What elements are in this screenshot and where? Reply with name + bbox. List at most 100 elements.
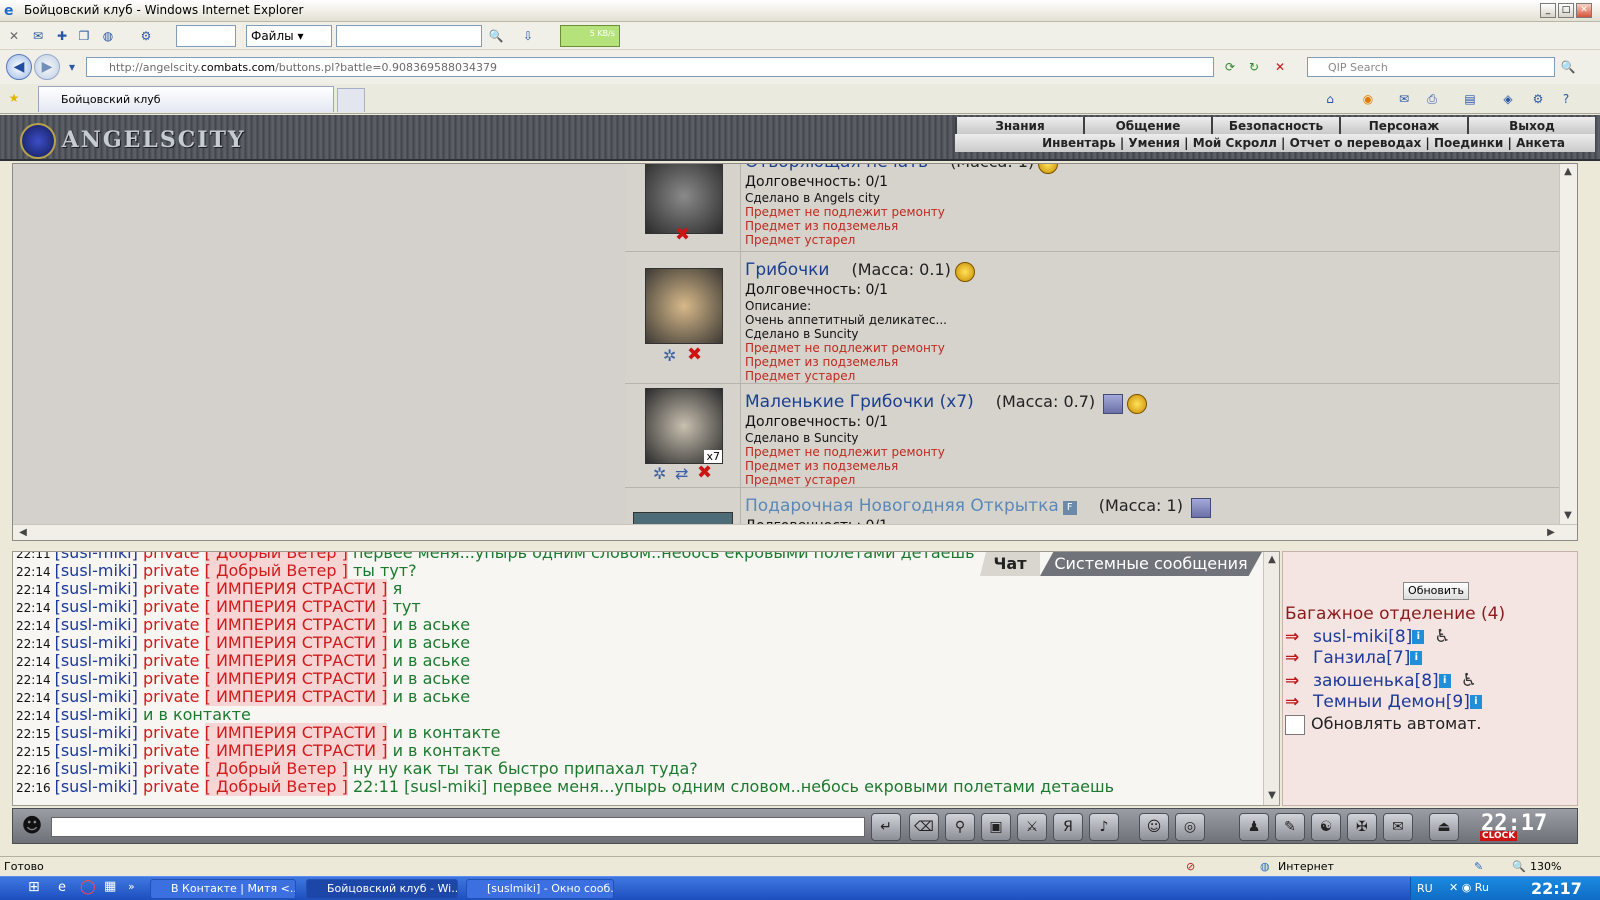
- globe-icon[interactable]: ◍: [100, 28, 116, 44]
- info-icon[interactable]: i: [1412, 630, 1425, 644]
- user-row[interactable]: ⇒ заюшенька[8] i ♿: [1285, 670, 1477, 691]
- private-arrow-icon[interactable]: ⇒: [1285, 627, 1313, 647]
- chat-target[interactable]: [ ИМПЕРИЯ СТРАСТИ ]: [204, 597, 388, 616]
- menu-character[interactable]: Персонаж: [1339, 117, 1467, 135]
- character-icon[interactable]: ♟: [1239, 813, 1269, 841]
- protected-mode-icon[interactable]: ✎: [1474, 860, 1483, 873]
- chat-private[interactable]: private: [143, 561, 200, 580]
- minimize-button[interactable]: _: [1540, 3, 1556, 18]
- files-dropdown[interactable]: Файлы ▾: [246, 25, 332, 47]
- item-name[interactable]: Отворяющая печать: [745, 164, 928, 172]
- use-icon[interactable]: ✲: [663, 346, 676, 365]
- exit-icon[interactable]: ⏏: [1429, 813, 1459, 841]
- chat-nick[interactable]: [susl-miki]: [55, 615, 138, 634]
- menu-exit[interactable]: Выход: [1467, 117, 1595, 135]
- delete-icon[interactable]: ✖: [687, 344, 702, 365]
- user-row[interactable]: ⇒ Темныи Демон[9] i: [1285, 692, 1482, 712]
- chat-nick[interactable]: [susl-miki]: [55, 705, 138, 724]
- windows-start-icon[interactable]: ⊞: [28, 879, 40, 895]
- save-icon[interactable]: ▣: [981, 813, 1011, 841]
- tools-icon[interactable]: ⚙: [138, 28, 154, 44]
- fight-icon[interactable]: ⚔: [1017, 813, 1047, 841]
- safety-icon[interactable]: ◈: [1500, 91, 1516, 107]
- chat-nick[interactable]: [susl-miki]: [55, 597, 138, 616]
- chat-nick[interactable]: [susl-miki]: [55, 723, 138, 742]
- mail-icon[interactable]: ✉: [30, 28, 46, 44]
- chat-private[interactable]: private: [143, 633, 200, 652]
- menu-knowledge[interactable]: Знания: [955, 117, 1083, 135]
- cursor-tool[interactable]: [176, 25, 236, 47]
- translit-icon[interactable]: Я: [1053, 813, 1083, 841]
- chat-private[interactable]: private: [143, 597, 200, 616]
- windows-icon[interactable]: ❐: [76, 28, 92, 44]
- smiley-icon[interactable]: ☺: [1139, 813, 1169, 841]
- ie-quicklaunch-icon[interactable]: e: [58, 880, 66, 895]
- chat-private[interactable]: private: [143, 579, 200, 598]
- print-icon[interactable]: ⎙: [1424, 91, 1440, 107]
- history-dropdown-icon[interactable]: ▾: [64, 59, 80, 75]
- chat-nick[interactable]: [susl-miki]: [55, 651, 138, 670]
- address-input[interactable]: http://angelscity.combats.com/buttons.pl…: [86, 57, 1214, 77]
- info-icon[interactable]: i: [1410, 651, 1423, 665]
- send-icon[interactable]: ↵: [871, 813, 901, 841]
- add-icon[interactable]: ✚: [54, 28, 70, 44]
- chat-private[interactable]: private: [143, 687, 200, 706]
- chat-nick[interactable]: [susl-miki]: [55, 561, 138, 580]
- chat-private[interactable]: private: [143, 723, 200, 742]
- search-icon[interactable]: 🔍: [488, 28, 504, 44]
- inventory-vertical-scrollbar[interactable]: ▲ ▼: [1559, 164, 1577, 540]
- chat-private[interactable]: private: [143, 777, 200, 796]
- sound-icon[interactable]: ♪: [1089, 813, 1119, 841]
- download-icon[interactable]: ⇩: [520, 28, 536, 44]
- chat-target[interactable]: [ ИМПЕРИЯ СТРАСТИ ]: [204, 669, 388, 688]
- chat-target[interactable]: [ Добрый Ветер ]: [204, 759, 348, 778]
- zoom-level[interactable]: 130%: [1530, 860, 1561, 873]
- rss-icon[interactable]: ◉: [1360, 91, 1376, 107]
- tray-icons[interactable]: ✕ ◉ Ru: [1449, 881, 1489, 894]
- menu-communication[interactable]: Общение: [1083, 117, 1211, 135]
- scroll-up-icon[interactable]: ▲: [1560, 164, 1576, 180]
- compat-icon[interactable]: ⟳: [1222, 59, 1238, 75]
- chat-private[interactable]: private: [143, 651, 200, 670]
- tab-chat[interactable]: Чат: [980, 552, 1040, 576]
- chat-nick[interactable]: [susl-miki]: [55, 741, 138, 760]
- favorites-star-icon[interactable]: ★: [6, 90, 22, 106]
- help-icon[interactable]: ?: [1558, 91, 1574, 107]
- auto-refresh-checkbox[interactable]: Обновлять автомат.: [1285, 714, 1481, 735]
- page-icon[interactable]: ▤: [1462, 91, 1478, 107]
- inventory-horizontal-scrollbar[interactable]: ◀ ▶: [13, 524, 1577, 540]
- scroll-down-icon[interactable]: ▼: [1264, 788, 1279, 804]
- opera-quicklaunch-icon[interactable]: ◯: [80, 879, 96, 895]
- chat-nick[interactable]: [susl-miki]: [55, 669, 138, 688]
- tab-combats[interactable]: Бойцовский клуб: [38, 86, 334, 112]
- popup-blocker-icon[interactable]: ⊘: [1186, 860, 1195, 873]
- scroll-left-icon[interactable]: ◀: [15, 525, 31, 540]
- chat-nick[interactable]: [susl-miki]: [55, 633, 138, 652]
- checkbox-box[interactable]: [1285, 714, 1305, 735]
- search-go-icon[interactable]: 🔍: [1560, 59, 1576, 75]
- chat-message-input[interactable]: [51, 817, 865, 837]
- chat-scrollbar[interactable]: ▲ ▼: [1263, 552, 1279, 805]
- item-name[interactable]: Подарочная Новогодняя Открытка: [745, 496, 1059, 516]
- read-mail-icon[interactable]: ✉: [1396, 91, 1412, 107]
- chat-nick[interactable]: [susl-miki]: [55, 687, 138, 706]
- chat-target[interactable]: [ ИМПЕРИЯ СТРАСТИ ]: [204, 615, 388, 634]
- small-mushroom-item-image[interactable]: x7: [645, 388, 723, 464]
- chat-avatar-icon[interactable]: ☻: [17, 812, 47, 840]
- add-friend-icon[interactable]: ♿: [1434, 626, 1450, 647]
- menu-security[interactable]: Безопасность: [1211, 117, 1339, 135]
- language-indicator[interactable]: RU: [1417, 882, 1433, 895]
- refresh-icon[interactable]: ↻: [1246, 59, 1262, 75]
- task-vkontakte[interactable]: В Контакте | Митя <...: [150, 879, 296, 899]
- scroll-right-icon[interactable]: ▶: [1543, 525, 1559, 540]
- chat-target[interactable]: [ ИМПЕРИЯ СТРАСТИ ]: [204, 723, 388, 742]
- item-name[interactable]: Маленькие Грибочки (x7): [745, 392, 974, 412]
- forward-button[interactable]: ▶: [34, 54, 60, 80]
- scroll-up-icon[interactable]: ▲: [1264, 552, 1279, 568]
- qip-search-input[interactable]: QIP Search: [1307, 57, 1555, 77]
- chat-private[interactable]: private: [143, 741, 200, 760]
- mail-icon[interactable]: ✉: [1383, 813, 1413, 841]
- chat-target[interactable]: [ ИМПЕРИЯ СТРАСТИ ]: [204, 741, 388, 760]
- task-qip-chat[interactable]: [suslmiki] - Окно сооб...: [466, 879, 614, 899]
- friends-icon[interactable]: ☯: [1311, 813, 1341, 841]
